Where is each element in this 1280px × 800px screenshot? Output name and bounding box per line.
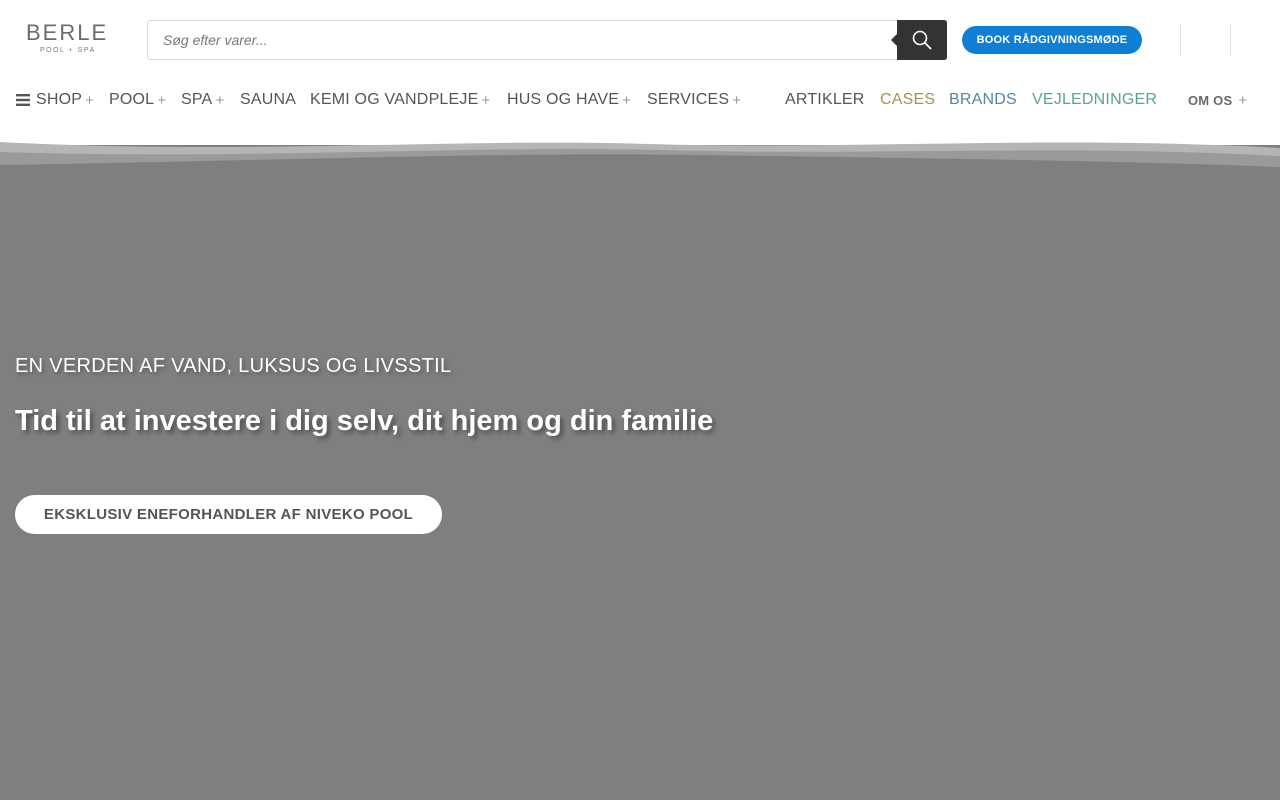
nav-item-hus-og-have[interactable]: HUS OG HAVE +	[507, 82, 631, 118]
hero-section: EN VERDEN AF VAND, LUKSUS OG LIVSSTIL Ti…	[0, 165, 1280, 800]
nav-item-services[interactable]: SERVICES +	[647, 82, 741, 118]
nav-label: VEJLEDNINGER	[1032, 91, 1158, 108]
expand-icon: +	[481, 91, 491, 109]
nav-item-pool[interactable]: POOL +	[109, 82, 166, 118]
nav-item-vejledninger[interactable]: VEJLEDNINGER	[1032, 82, 1157, 118]
search-input[interactable]	[148, 21, 898, 59]
menu-icon	[16, 94, 30, 106]
search-button[interactable]	[891, 20, 947, 60]
header-divider	[1180, 24, 1181, 56]
book-consultation-button[interactable]: BOOK RÅDGIVNINGSMØDE	[962, 26, 1142, 54]
site-logo[interactable]: BERLE POOL + SPA	[26, 22, 106, 58]
expand-icon: +	[215, 91, 225, 109]
nav-item-cases[interactable]: CASES	[880, 82, 935, 118]
main-nav: SHOP + POOL + SPA + SAUNA KEMI OG VANDPL…	[0, 82, 1280, 118]
site-header: BERLE POOL + SPA BOOK RÅDGIVNINGSMØDE SH…	[0, 0, 1280, 145]
hero-title: Tid til at investere i dig selv, dit hje…	[15, 405, 714, 437]
expand-icon: +	[622, 91, 632, 109]
nav-item-om-os[interactable]: OM OS +	[1188, 82, 1247, 118]
nav-item-artikler[interactable]: ARTIKLER	[785, 82, 865, 118]
logo-wordmark: BERLE	[26, 20, 109, 45]
nav-label: SAUNA	[240, 91, 297, 108]
nav-item-spa[interactable]: SPA +	[181, 82, 224, 118]
nav-item-brands[interactable]: BRANDS	[949, 82, 1017, 118]
search-icon	[912, 30, 932, 50]
nav-label: HUS OG HAVE	[507, 91, 620, 108]
nav-item-sauna[interactable]: SAUNA	[240, 82, 296, 118]
nav-label: OM OS	[1188, 92, 1233, 108]
nav-item-kemi[interactable]: KEMI OG VANDPLEJE +	[310, 82, 490, 118]
nav-label: POOL	[109, 91, 155, 108]
nav-label: SERVICES	[647, 91, 730, 108]
niveko-pool-button[interactable]: EKSKLUSIV ENEFORHANDLER AF NIVEKO POOL	[15, 495, 442, 534]
logo-tagline: POOL + SPA	[40, 47, 96, 54]
nav-item-shop[interactable]: SHOP +	[16, 82, 94, 118]
expand-icon: +	[732, 91, 742, 109]
hero-subtitle: EN VERDEN AF VAND, LUKSUS OG LIVSSTIL	[15, 355, 452, 377]
nav-label: ARTIKLER	[785, 91, 865, 108]
search-form	[147, 20, 947, 60]
expand-icon: +	[85, 91, 95, 109]
nav-label: KEMI OG VANDPLEJE	[310, 91, 479, 108]
expand-icon: +	[157, 91, 167, 109]
expand-icon: +	[1238, 91, 1248, 109]
nav-label: CASES	[880, 91, 936, 108]
header-divider	[1230, 24, 1231, 56]
nav-label: SPA	[181, 91, 213, 108]
nav-label: SHOP	[36, 91, 83, 108]
nav-label: BRANDS	[949, 91, 1017, 108]
